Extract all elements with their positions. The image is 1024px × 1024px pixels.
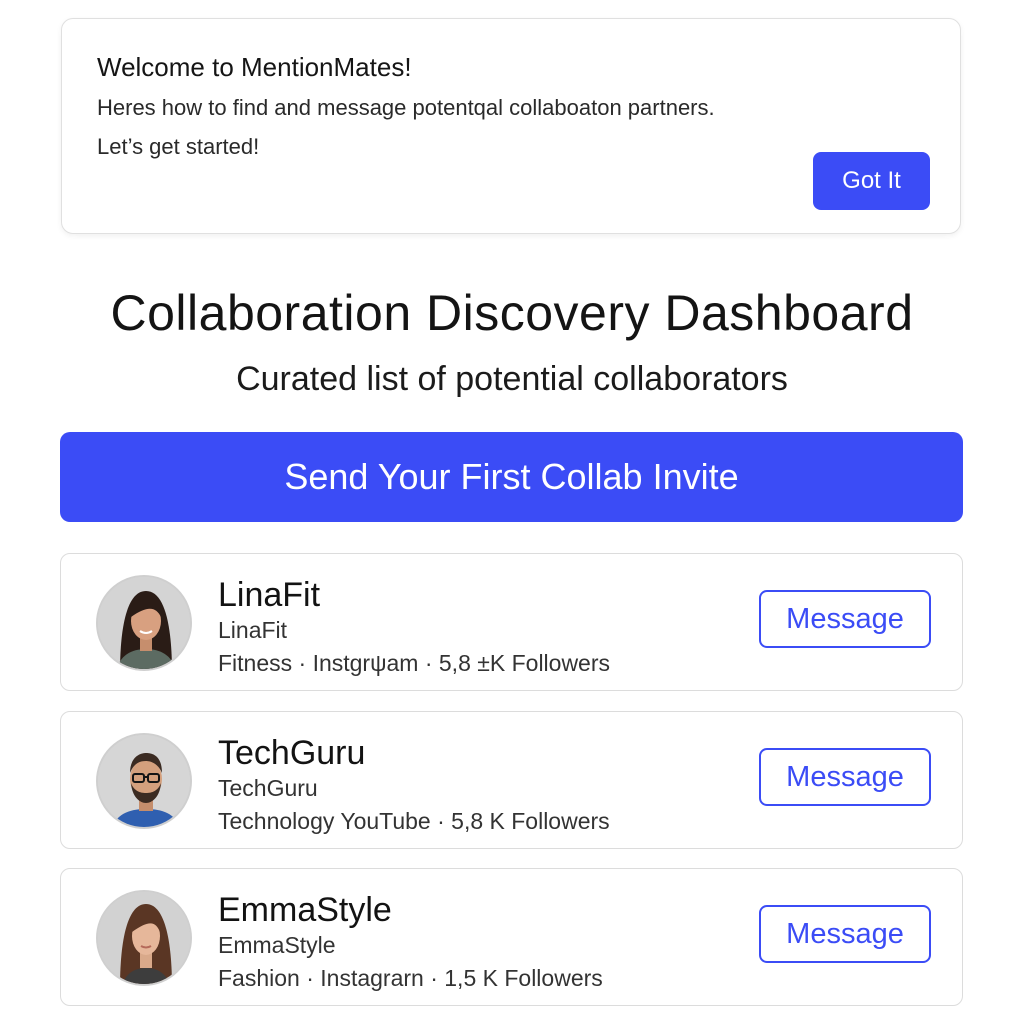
creator-handle: TechGuru	[218, 775, 318, 801]
creator-meta: Fashion · Instagrarn · 1,5 K Followers	[218, 965, 603, 991]
welcome-card: Welcome to MentionMates! Heres how to fi…	[61, 18, 961, 234]
creator-card: TechGuru TechGuru Technology YouTube · 5…	[60, 711, 963, 849]
welcome-get-started-text: Let’s get started!	[97, 134, 260, 159]
creator-card: LinaFit LinaFit Fitness · Instgrψam · 5,…	[60, 553, 963, 691]
got-it-button[interactable]: Got It	[813, 152, 930, 210]
message-button[interactable]: Message	[759, 590, 931, 648]
welcome-description: Heres how to find and message potentqal …	[97, 95, 715, 120]
creator-meta: Fitness · Instgrψam · 5,8 ±K Followers	[218, 650, 611, 676]
message-button[interactable]: Message	[759, 905, 931, 963]
page-subtitle: Curated list of potential collaborators	[236, 360, 788, 398]
creator-meta: Technology YouTube · 5,8 K Followers	[218, 808, 610, 834]
welcome-title: Welcome to MentionMates!	[97, 52, 412, 82]
creator-handle: EmmaStyle	[218, 932, 336, 958]
woman-brown-hair-avatar	[96, 890, 192, 986]
page-title: Collaboration Discovery Dashboard	[110, 285, 914, 341]
creator-handle: LinaFit	[218, 617, 288, 643]
creator-name: EmmaStyle	[218, 891, 392, 929]
creator-name: TechGuru	[218, 734, 366, 772]
message-button[interactable]: Message	[759, 748, 931, 806]
woman-dark-hair-avatar	[96, 575, 192, 671]
creator-card: EmmaStyle EmmaStyle Fashion · Instagrarn…	[60, 868, 963, 1006]
man-glasses-beard-avatar	[96, 733, 192, 829]
send-first-collab-invite-button[interactable]: Send Your First Collab Invite	[60, 432, 963, 522]
creator-name: LinaFit	[218, 576, 321, 614]
page: Welcome to MentionMates! Heres how to fi…	[0, 0, 1024, 1024]
